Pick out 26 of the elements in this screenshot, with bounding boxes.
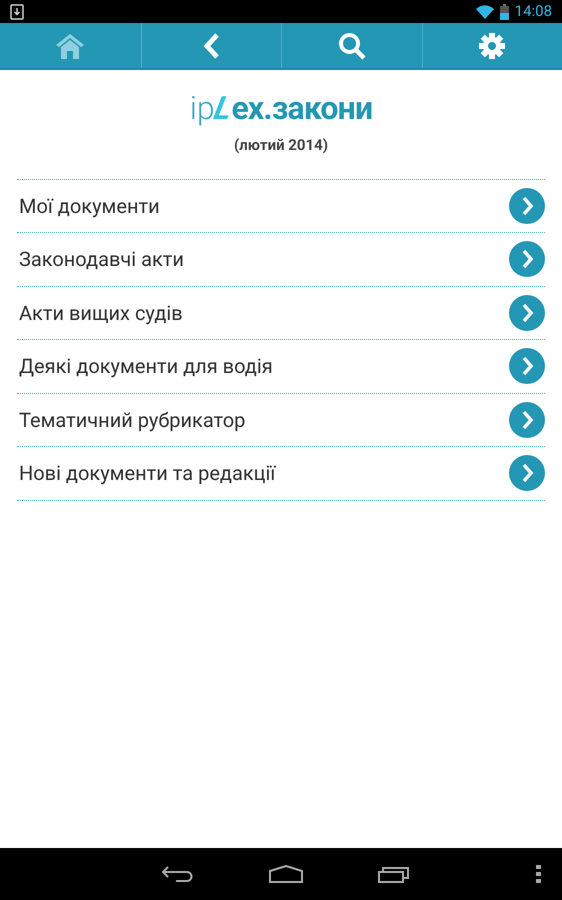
menu-item[interactable]: Деякі документи для водія <box>17 340 545 394</box>
wifi-icon <box>476 4 494 18</box>
download-icon <box>10 4 24 20</box>
search-icon <box>338 32 366 60</box>
battery-icon <box>500 4 509 20</box>
chevron-right-icon <box>509 188 545 224</box>
chevron-right-icon <box>509 455 545 492</box>
menu-item[interactable]: Законодавчі акти <box>17 233 545 286</box>
recent-apps-icon[interactable] <box>378 865 410 883</box>
home-icon[interactable] <box>269 865 303 883</box>
clock: 14:08 <box>514 1 552 22</box>
menu-item[interactable]: Нові документи та редакції <box>17 447 545 500</box>
chevron-right-icon <box>509 294 545 331</box>
home-icon <box>55 32 86 60</box>
back-icon[interactable] <box>162 865 194 883</box>
logo: ipLex.закони <box>190 92 372 124</box>
overflow-menu-icon[interactable] <box>536 865 541 883</box>
settings-icon <box>478 32 506 60</box>
chevron-left-icon <box>202 32 220 60</box>
chevron-right-icon <box>509 348 545 384</box>
chevron-right-icon <box>509 241 545 278</box>
menu-item[interactable]: Мої документи <box>17 180 545 233</box>
edition-date: (лютий 2014) <box>234 135 328 156</box>
menu-item[interactable]: Тематичний рубрикатор <box>17 394 545 447</box>
menu-item[interactable]: Акти вищих судів <box>17 286 545 340</box>
chevron-right-icon <box>509 402 545 438</box>
